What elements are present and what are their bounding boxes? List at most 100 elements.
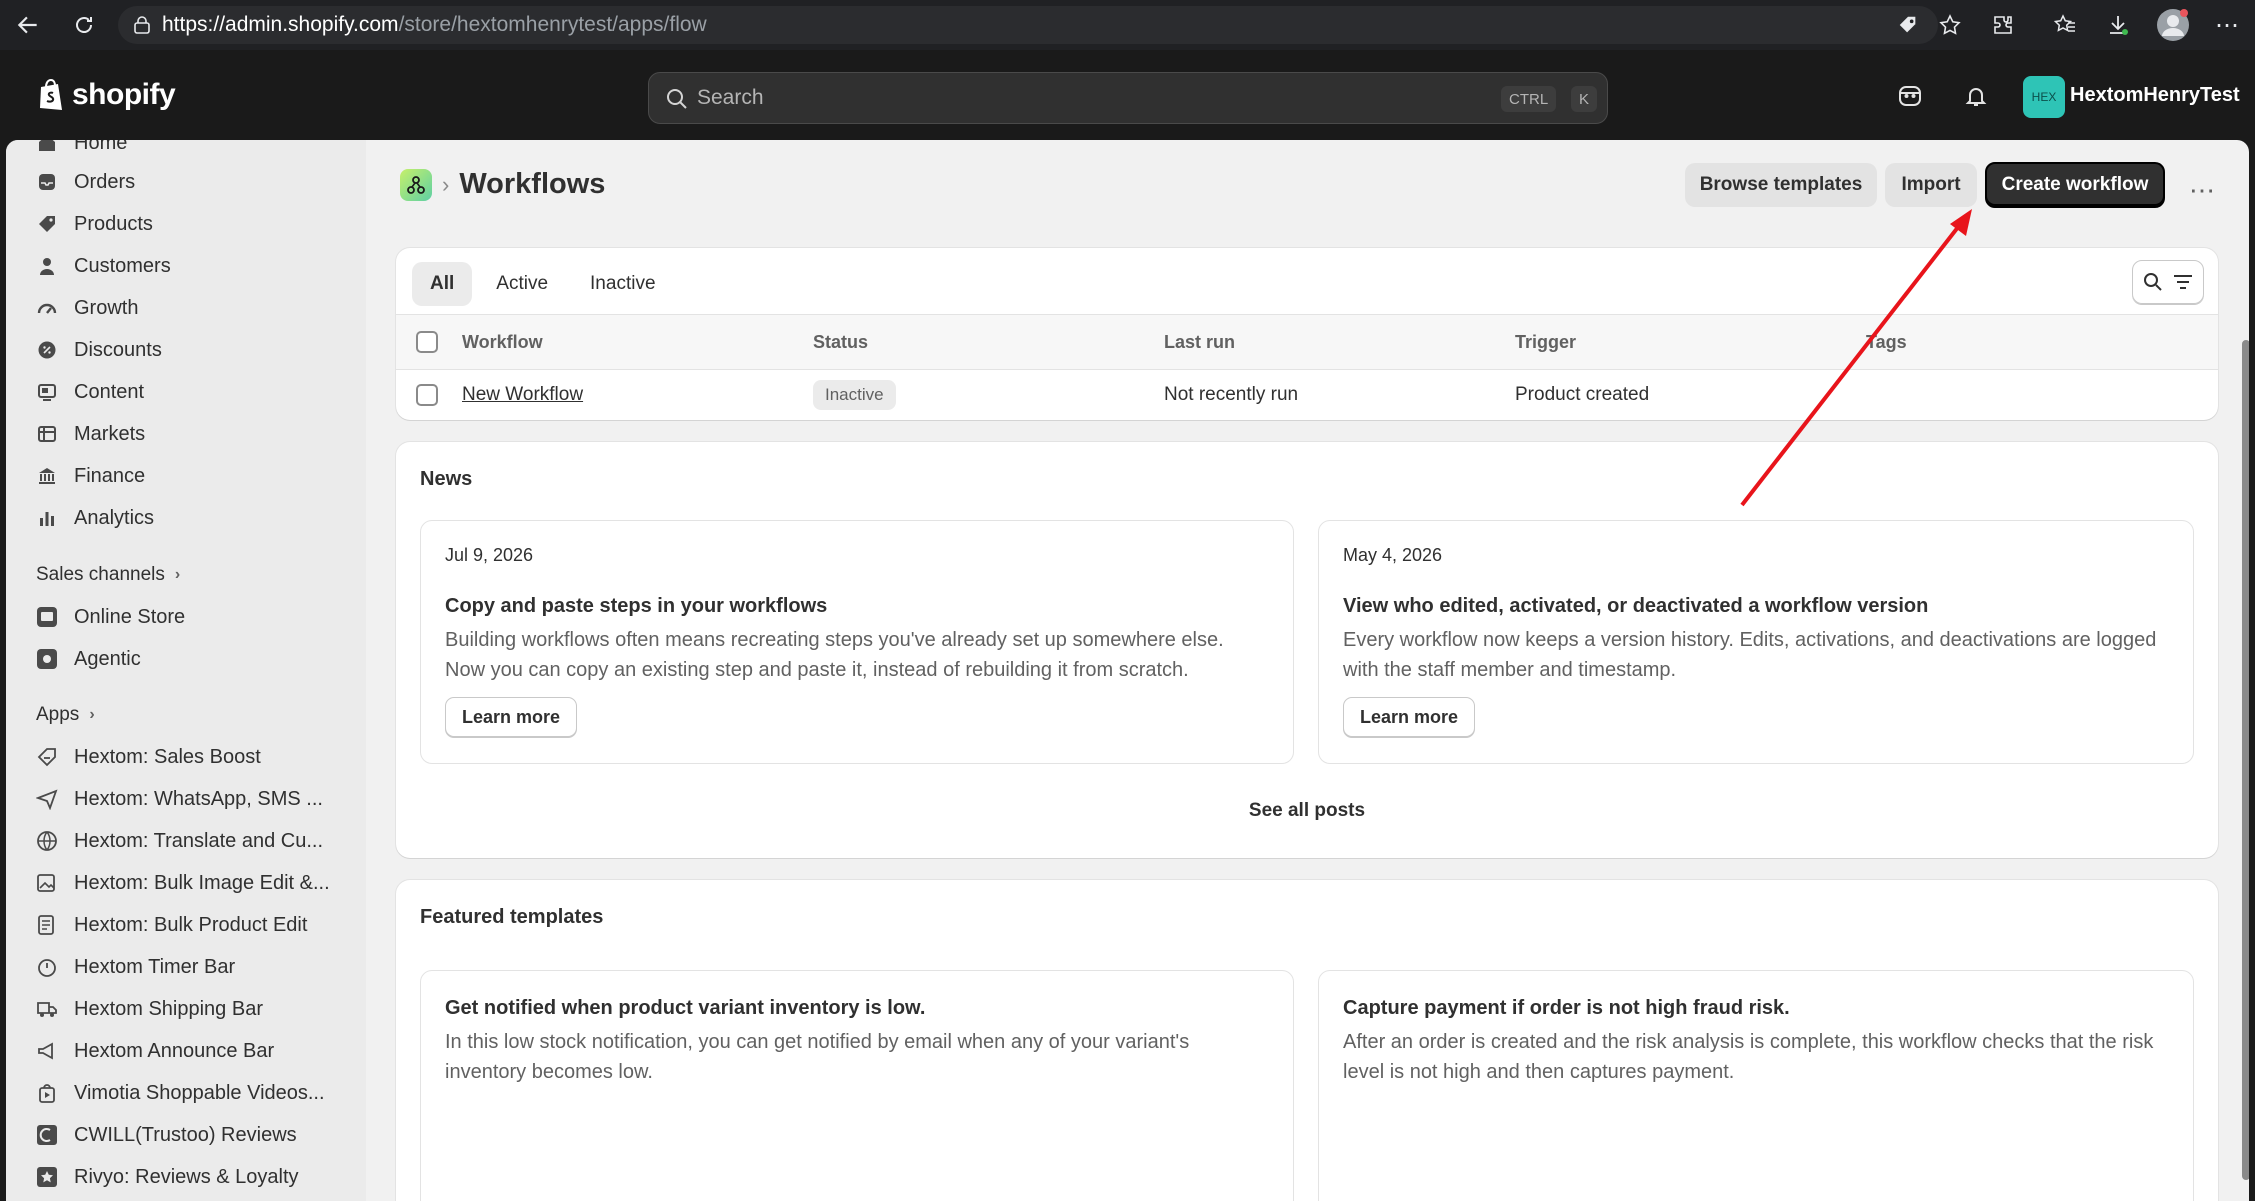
featured-title: Featured templates	[420, 906, 604, 928]
sidebar-item-label: Markets	[74, 422, 146, 445]
sidebar-item-app[interactable]: Hextom: WhatsApp, SMS ...	[34, 782, 323, 816]
tag-icon	[34, 211, 60, 237]
more-actions-icon[interactable]: ⋯	[2182, 168, 2222, 212]
browser-menu-icon[interactable]: ⋯	[2212, 10, 2242, 40]
sidebar-item-orders[interactable]: Orders	[34, 165, 135, 199]
sidebar-item-content[interactable]: Content	[34, 375, 144, 409]
sidebar-item-app[interactable]: Hextom: Translate and Cu...	[34, 824, 323, 858]
sidebar-item-app[interactable]: Hextom Timer Bar	[34, 950, 235, 984]
star-bookmark-icon[interactable]	[1935, 10, 1965, 40]
send-icon	[34, 786, 60, 812]
search-input[interactable]: Search CTRL K	[648, 72, 1608, 124]
scrollbar-thumb[interactable]	[2242, 340, 2249, 1180]
import-button[interactable]: Import	[1885, 163, 1977, 207]
sidebar-item-app[interactable]: Hextom: Bulk Product Edit	[34, 908, 307, 942]
address-bar[interactable]: https://admin.shopify.com/store/hextomhe…	[118, 6, 1938, 44]
tab-inactive[interactable]: Inactive	[572, 262, 673, 306]
search-placeholder: Search	[697, 86, 764, 109]
extensions-icon[interactable]	[1988, 10, 2018, 40]
back-icon[interactable]	[8, 5, 48, 45]
sidebar-item-finance[interactable]: Finance	[34, 459, 145, 493]
news-post-body: Building workflows often means recreatin…	[445, 629, 1224, 681]
template-card[interactable]: Capture payment if order is not high fra…	[1318, 970, 2194, 1201]
learn-more-button[interactable]: Learn more	[1343, 697, 1476, 737]
apps-heading[interactable]: Apps ›	[36, 704, 95, 726]
bank-icon	[34, 463, 60, 489]
main-content: › Workflows Browse templates Import Crea…	[366, 140, 2249, 1201]
sidebar-item-analytics[interactable]: Analytics	[34, 501, 154, 535]
notifications-bell-icon[interactable]	[1960, 80, 1992, 112]
browse-templates-button[interactable]: Browse templates	[1685, 163, 1877, 207]
column-tags[interactable]: Tags	[1866, 332, 1907, 353]
sidebar-item-label: Hextom: Translate and Cu...	[74, 829, 324, 852]
sidebar-item-label: Customers	[74, 254, 171, 277]
sidebar-item-app[interactable]: Hextom: Bulk Image Edit &...	[34, 866, 330, 900]
shortcut-ctrl: CTRL	[1501, 86, 1557, 112]
truck-icon	[34, 996, 60, 1022]
sidebar-item-app[interactable]: Hextom Announce Bar	[34, 1034, 274, 1068]
gauge-icon	[34, 295, 60, 321]
timer-icon	[34, 954, 60, 980]
flow-app-icon[interactable]	[400, 168, 432, 201]
search-filter-button[interactable]	[2132, 260, 2204, 304]
column-trigger[interactable]: Trigger	[1515, 332, 1576, 353]
sidebar-item-home[interactable]: Home	[34, 140, 127, 160]
trustoo-icon	[34, 1122, 60, 1148]
sidebar-item-growth[interactable]: Growth	[34, 291, 138, 325]
tab-all[interactable]: All	[412, 262, 473, 306]
sidebar-item-label: Hextom Timer Bar	[74, 955, 236, 978]
megaphone-icon	[34, 1038, 60, 1064]
sidebar-item-label: Finance	[74, 464, 146, 487]
sidebar-item-online-store[interactable]: Online Store	[34, 600, 185, 634]
profile-avatar-icon[interactable]	[2155, 7, 2191, 43]
last-run-cell: Not recently run	[1164, 384, 1299, 405]
column-last-run[interactable]: Last run	[1164, 332, 1235, 353]
column-status[interactable]: Status	[813, 332, 868, 353]
news-title: News	[420, 468, 473, 490]
globe-icon	[34, 421, 60, 447]
store-avatar[interactable]: HEX	[2023, 76, 2065, 118]
reload-icon[interactable]	[64, 5, 104, 45]
row-checkbox[interactable]	[416, 384, 438, 406]
sidebar-item-app[interactable]: Hextom Shipping Bar	[34, 992, 263, 1026]
tab-active[interactable]: Active	[478, 262, 566, 306]
home-icon	[34, 140, 60, 156]
table-row[interactable]: New Workflow Inactive Not recently run P…	[396, 370, 2218, 420]
store-icon	[34, 604, 60, 630]
shopify-logo[interactable]: shopify	[36, 78, 176, 112]
sales-boost-icon	[34, 744, 60, 770]
site-info-icon[interactable]	[132, 15, 152, 35]
tag-extension-icon[interactable]	[1893, 10, 1923, 40]
sidebar-item-products[interactable]: Products	[34, 207, 153, 241]
select-all-checkbox[interactable]	[416, 331, 438, 353]
workflow-name-link[interactable]: New Workflow	[462, 384, 583, 406]
sidebar-item-app[interactable]: Rivyo: Reviews & Loyalty	[34, 1160, 299, 1194]
sidebar-item-label: Home	[74, 140, 128, 154]
sidekick-icon[interactable]	[1894, 80, 1926, 112]
table-header: Workflow Status Last run Trigger Tags	[396, 314, 2218, 370]
sidebar-item-label: Products	[74, 212, 153, 235]
column-workflow[interactable]: Workflow	[462, 332, 543, 353]
page-scrollbar[interactable]	[2242, 240, 2249, 1180]
sales-channels-heading[interactable]: Sales channels ›	[36, 564, 180, 586]
downloads-icon[interactable]	[2103, 10, 2133, 40]
favorites-icon[interactable]	[2050, 10, 2080, 40]
sidebar-item-app[interactable]: CWILL(Trustoo) Reviews	[34, 1118, 297, 1152]
sidebar-item-app[interactable]: Hextom: Sales Boost	[34, 740, 261, 774]
store-name[interactable]: HextomHenryTest	[2070, 84, 2240, 107]
template-card[interactable]: Get notified when product variant invent…	[420, 970, 1294, 1201]
sidebar-item-agentic[interactable]: Agentic	[34, 642, 141, 676]
sidebar-item-customers[interactable]: Customers	[34, 249, 171, 283]
inbox-icon	[34, 169, 60, 195]
create-workflow-button[interactable]: Create workflow	[1985, 162, 2165, 208]
sidebar-item-markets[interactable]: Markets	[34, 417, 145, 451]
see-all-posts-link[interactable]: See all posts	[396, 800, 2218, 822]
template-title: Get notified when product variant invent…	[445, 997, 926, 1019]
discount-icon	[34, 337, 60, 363]
sidebar-item-discounts[interactable]: Discounts	[34, 333, 162, 367]
sidebar-item-label: Analytics	[74, 506, 155, 529]
sidebar-item-label: Orders	[74, 170, 136, 193]
learn-more-button[interactable]: Learn more	[445, 697, 578, 737]
sidebar-item-app[interactable]: Vimotia Shoppable Videos...	[34, 1076, 325, 1110]
shopify-bag-icon	[40, 78, 62, 110]
